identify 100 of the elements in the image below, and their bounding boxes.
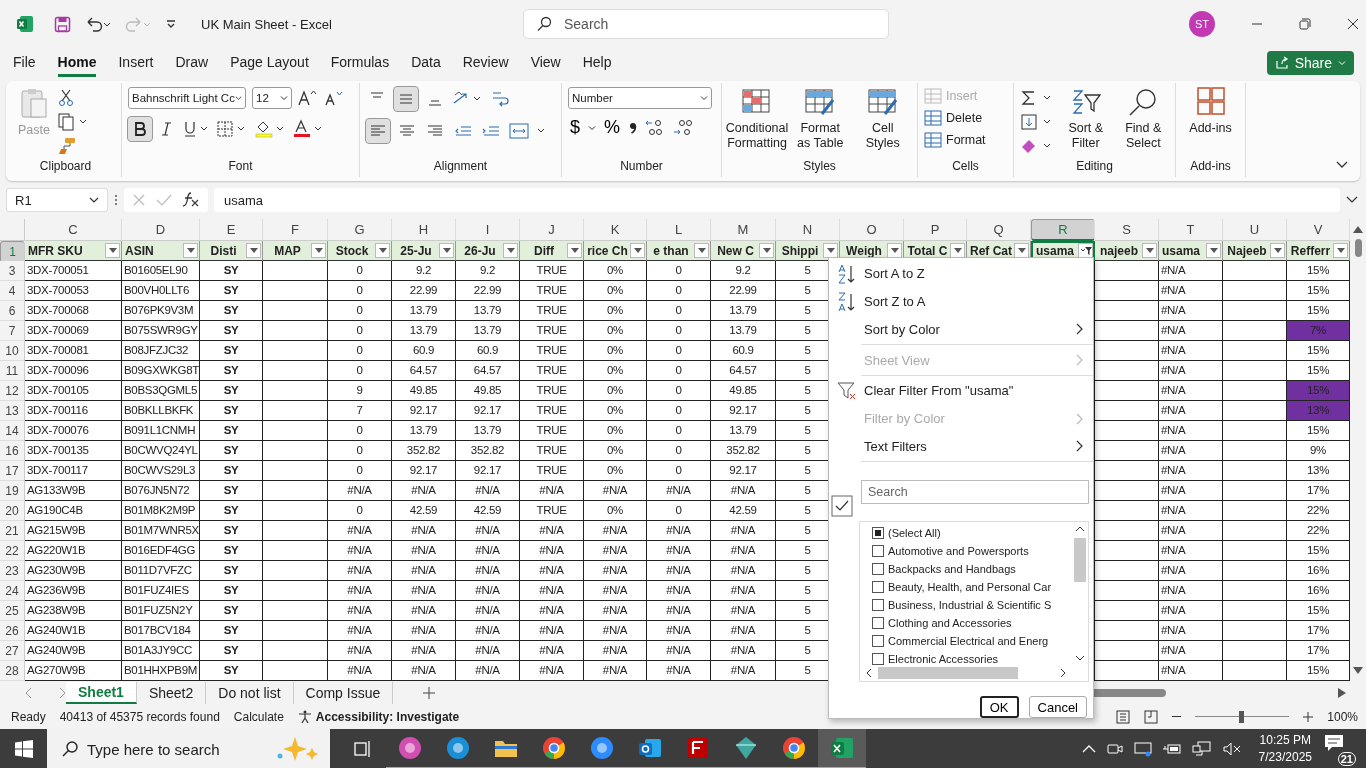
list-item[interactable]: Beauty, Health, and Personal Car [872,578,1072,597]
row-header[interactable]: 16 [0,441,25,461]
filter-button[interactable] [823,243,838,258]
scroll-thumb[interactable] [1354,239,1362,257]
row-header[interactable]: 24 [0,581,25,601]
add-ins-button[interactable]: Add-ins [1182,87,1239,136]
fill-color-icon[interactable] [254,119,286,139]
row-header[interactable]: 23 [0,561,25,581]
checkbox[interactable] [872,635,884,648]
column-header[interactable]: K [584,219,647,241]
more-icon[interactable] [114,194,118,206]
column-header[interactable]: U [1223,219,1287,241]
row-header[interactable]: 11 [0,361,25,381]
column-header[interactable]: V [1287,219,1350,241]
formula-field[interactable]: usama [214,188,1340,212]
filter-button[interactable] [311,243,326,258]
scroll-left-icon[interactable] [866,668,872,679]
list-item[interactable]: Backpacks and Handbags [872,560,1072,579]
check-icon[interactable] [156,193,172,207]
list-item[interactable]: Electronic Accessories [872,650,1072,669]
row-header[interactable]: 26 [0,621,25,641]
ribbon-tab[interactable]: Home [57,49,97,77]
camera-icon[interactable] [1105,741,1124,757]
filter-button[interactable] [694,243,709,258]
status-text[interactable]: Accessibility: Investigate [315,709,460,724]
network-icon[interactable] [1191,741,1212,757]
column-header[interactable]: J [520,219,584,241]
column-header[interactable]: I [456,219,520,241]
styles-button[interactable]: Cell Styles [854,87,911,151]
search-field[interactable]: Search [523,9,889,39]
filter-button[interactable] [183,243,198,258]
column-header[interactable]: E [200,219,263,241]
monitor-icon[interactable] [1133,741,1152,757]
styles-button[interactable]: Format as Table [792,87,849,151]
list-item[interactable]: Clothing and Accessories [872,614,1072,633]
ribbon-tab[interactable]: Help [582,49,612,77]
number-format-dropdown[interactable]: Number [568,87,712,109]
list-item[interactable]: Commercial Electrical and Energ [872,632,1072,651]
font-color-icon[interactable] [292,119,324,139]
column-header[interactable]: H [392,219,456,241]
filter-button[interactable] [439,243,454,258]
editing-button[interactable]: Find & Select [1117,87,1169,151]
filter-button[interactable] [246,243,261,258]
page-layout-view-icon[interactable] [1116,709,1131,724]
undo-icon[interactable] [85,16,111,32]
column-header[interactable]: S [1095,219,1159,241]
filter-button[interactable] [1270,243,1285,258]
close-icon[interactable] [1347,18,1359,30]
ok-button[interactable]: OK [979,696,1019,719]
row-header[interactable]: 7 [0,321,25,341]
cut-icon[interactable] [57,89,74,107]
checkbox-icon[interactable] [831,495,853,518]
checkbox[interactable] [872,581,884,594]
share-button[interactable]: Share [1266,51,1354,75]
name-box[interactable]: R1 [6,188,108,212]
ribbon-tab[interactable]: Insert [118,49,154,77]
percent-button[interactable]: % [602,117,623,138]
status-text[interactable]: Calculate [233,709,284,724]
row-header[interactable]: 3 [0,261,25,281]
row-header[interactable]: 27 [0,641,25,661]
column-header[interactable]: C [25,219,122,241]
column-header[interactable]: T [1159,219,1223,241]
scroll-right-icon[interactable] [1060,668,1066,679]
filter-button[interactable] [567,243,582,258]
expand-icon[interactable] [1346,196,1358,204]
scroll-right-icon[interactable] [1338,687,1346,698]
row-header[interactable]: 17 [0,461,25,481]
sheet-tab[interactable]: Sheet2 [136,681,207,704]
muted-speaker-icon[interactable] [1221,741,1242,757]
column-header[interactable]: F [263,219,328,241]
filter-button[interactable] [1333,243,1348,258]
list-item[interactable]: Automotive and Powersports [872,542,1072,561]
accessibility-icon[interactable] [297,709,312,724]
decrease-decimal-icon[interactable] [672,117,695,138]
scroll-thumb[interactable] [878,667,1018,680]
row-header[interactable]: 13 [0,401,25,421]
scroll-down-icon[interactable] [1353,667,1363,675]
slider-thumb[interactable] [1239,710,1245,723]
bold-icon[interactable] [128,117,152,141]
column-header[interactable]: N [776,219,840,241]
restore-icon[interactable] [1299,18,1311,30]
save-icon[interactable] [54,15,71,33]
scroll-up-icon[interactable] [1353,225,1363,233]
column-header[interactable]: M [711,219,776,241]
cells-button[interactable]: Delete [924,109,983,127]
list-item[interactable]: Business, Industrial & Scientific S [872,596,1072,615]
ribbon-tab[interactable]: File [13,49,36,77]
column-header[interactable]: O [840,219,904,241]
format-painter-icon[interactable] [57,137,76,155]
search-field[interactable]: Search [861,480,1089,505]
scroll-down-icon[interactable] [1075,655,1085,662]
row-header[interactable]: 28 [0,661,25,681]
column-header[interactable]: P [904,219,967,241]
ribbon-tab[interactable]: Page Layout [230,49,309,77]
customize-toolbar-icon[interactable] [165,18,177,30]
filter-button[interactable] [759,243,774,258]
sheet-tab[interactable]: Comp Issue [293,681,394,704]
decrease-font-icon[interactable] [324,89,344,107]
zoom-level[interactable]: 100% [1327,709,1358,724]
middle-align-icon[interactable] [394,87,418,111]
